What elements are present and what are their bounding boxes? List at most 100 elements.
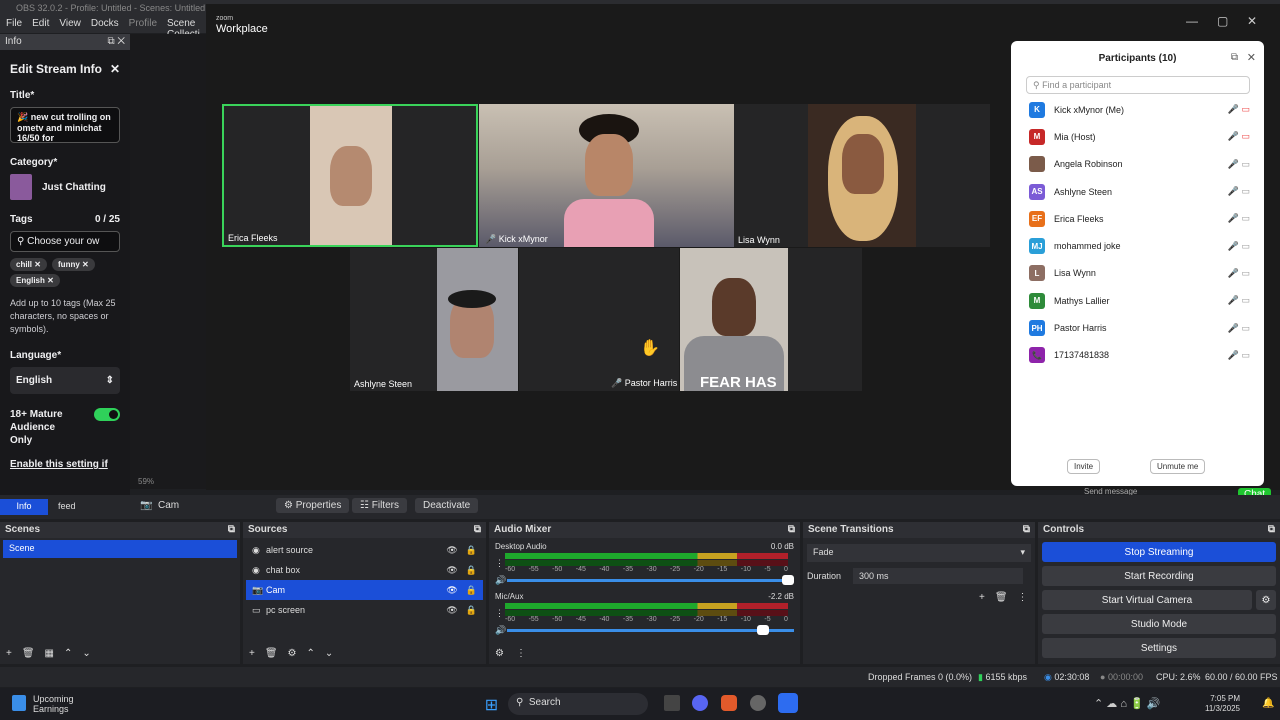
slider-handle[interactable] (782, 575, 794, 585)
obs-app-icon[interactable] (750, 695, 766, 711)
participant-row[interactable]: MJ mohammed joke 🎤 ▭ (1011, 232, 1264, 259)
trash-icon[interactable]: 🗑 (265, 648, 278, 659)
start-recording-button[interactable]: Start Recording (1042, 566, 1276, 586)
menu-view[interactable]: View (59, 18, 81, 31)
windows-start-icon[interactable]: ⊞ (483, 696, 500, 714)
participant-row[interactable]: AS Ashlyne Steen 🎤 ▭ (1011, 178, 1264, 205)
video-tile[interactable]: FEAR HAS (680, 248, 862, 391)
invite-button[interactable]: Invite (1067, 459, 1101, 474)
stocks-icon[interactable] (12, 695, 26, 711)
settings-button[interactable]: Settings (1042, 638, 1276, 658)
lock-icon[interactable]: 🔒 (466, 565, 477, 576)
video-tile[interactable]: Ashlyne Steen (350, 248, 518, 391)
video-tile[interactable]: 🎤 Kick xMynor (479, 104, 734, 247)
source-item[interactable]: 📷 Cam 👁 🔒 (246, 580, 483, 600)
volume-slider[interactable] (507, 575, 794, 585)
video-tile[interactable]: Erica Fleeks (222, 104, 478, 247)
clock[interactable]: 7:05 PM 11/3/2025 (1200, 694, 1240, 714)
participant-row[interactable]: L Lisa Wynn 🎤 ▭ (1011, 260, 1264, 287)
tag-chill[interactable]: chill ✕ (10, 258, 47, 271)
popout-icon[interactable]: ⧉ (1231, 52, 1238, 63)
title-field[interactable]: 🎉 new cut trolling on ometv and minichat… (10, 107, 120, 143)
speaker-icon[interactable]: 🔊 (495, 625, 507, 636)
trash-icon[interactable]: 🗑 (995, 592, 1008, 603)
undock-icon[interactable]: ⧉ (228, 524, 235, 536)
menu-file[interactable]: File (6, 18, 22, 31)
tag-funny[interactable]: funny ✕ (52, 258, 95, 271)
find-participant-input[interactable]: ⚲ Find a participant (1026, 76, 1250, 94)
participant-row[interactable]: 📞 17137481838 🎤 ▭ (1011, 342, 1264, 369)
down-icon[interactable]: ⌄ (325, 648, 333, 659)
enable-setting-link[interactable]: Enable this setting if (10, 459, 120, 470)
lock-icon[interactable]: 🔒 (466, 585, 477, 596)
visibility-eye-icon[interactable]: 👁 (446, 605, 457, 616)
mixer-settings-icon[interactable]: ⚙ (495, 648, 504, 659)
float-icon[interactable]: ⧉ (107, 36, 114, 47)
gear-icon[interactable]: ⚙ (288, 648, 297, 659)
menu-docks[interactable]: Docks (91, 18, 119, 31)
start-virtual-camera-button[interactable]: Start Virtual Camera (1042, 590, 1252, 610)
participant-row[interactable]: K Kick xMynor (Me) 🎤 ▭ (1011, 96, 1264, 123)
discord-icon[interactable] (692, 695, 708, 711)
more-icon[interactable]: ⋮ (495, 608, 505, 619)
system-tray-icons[interactable]: ⌃ ☁ ⌂ 🔋 🔊 (1094, 697, 1160, 710)
duration-field[interactable]: 300 ms (853, 568, 1024, 584)
video-tile[interactable]: Lisa Wynn (734, 104, 990, 247)
video-tile[interactable]: ✋ 🎤 Pastor Harris (519, 248, 679, 391)
participant-row[interactable]: PH Pastor Harris 🎤 ▭ (1011, 314, 1264, 341)
tab-feed[interactable]: feed (58, 501, 76, 511)
participant-row[interactable]: EF Erica Fleeks 🎤 ▭ (1011, 205, 1264, 232)
undock-icon[interactable]: ⧉ (1268, 524, 1275, 536)
close-panel-icon[interactable]: ✕ (1247, 51, 1256, 64)
close-window-icon[interactable]: ✕ (1247, 14, 1257, 28)
add-icon[interactable]: + (6, 648, 12, 659)
stop-streaming-button[interactable]: Stop Streaming (1042, 542, 1276, 562)
more-icon[interactable]: ⋮ (1018, 592, 1028, 603)
category-field[interactable]: Just Chatting (10, 174, 120, 200)
speaker-icon[interactable]: 🔊 (495, 575, 507, 586)
studio-mode-button[interactable]: Studio Mode (1042, 614, 1276, 634)
add-icon[interactable]: + (979, 592, 985, 603)
mature-toggle[interactable] (94, 408, 120, 421)
deactivate-button[interactable]: Deactivate (415, 498, 479, 513)
trash-icon[interactable]: 🗑 (22, 648, 35, 659)
notification-icon[interactable]: 🔔 (1262, 698, 1274, 709)
source-item[interactable]: ▭ pc screen 👁 🔒 (246, 600, 483, 620)
brave-icon[interactable] (721, 695, 737, 711)
properties-button[interactable]: ⚙ Properties (276, 498, 350, 513)
tag-english[interactable]: English ✕ (10, 274, 60, 287)
news-widget[interactable]: Upcoming Earnings (33, 694, 74, 714)
minimize-icon[interactable]: — (1186, 14, 1198, 28)
close-icon[interactable]: ✕ (117, 36, 125, 47)
undock-icon[interactable]: ⧉ (1023, 524, 1030, 536)
up-icon[interactable]: ⌃ (307, 648, 315, 659)
task-view-icon[interactable] (664, 695, 680, 711)
undock-icon[interactable]: ⧉ (474, 524, 481, 536)
down-icon[interactable]: ⌄ (82, 648, 90, 659)
close-icon[interactable]: ✕ (110, 62, 120, 76)
visibility-eye-icon[interactable]: 👁 (446, 545, 457, 556)
tab-info[interactable]: Info (0, 499, 48, 515)
gear-icon[interactable]: ⚙ (1256, 590, 1276, 610)
filter-icon[interactable]: ▦ (45, 648, 54, 659)
lock-icon[interactable]: 🔒 (466, 605, 477, 616)
transition-select[interactable]: Fade ▾ (807, 544, 1031, 562)
source-item[interactable]: ◉ chat box 👁 🔒 (246, 560, 483, 580)
participant-row[interactable]: M Mia (Host) 🎤 ▭ (1011, 123, 1264, 150)
participant-row[interactable]: Angela Robinson 🎤 ▭ (1011, 151, 1264, 178)
slider-handle[interactable] (757, 625, 769, 635)
language-select[interactable]: English ⇕ (10, 367, 120, 394)
visibility-eye-icon[interactable]: 👁 (446, 585, 457, 596)
undock-icon[interactable]: ⧉ (788, 524, 795, 536)
participant-row[interactable]: M Mathys Lallier 🎤 ▭ (1011, 287, 1264, 314)
add-icon[interactable]: + (249, 648, 255, 659)
source-item[interactable]: ◉ alert source 👁 🔒 (246, 540, 483, 560)
scene-item[interactable]: Scene (3, 540, 237, 558)
lock-icon[interactable]: 🔒 (466, 545, 477, 556)
more-icon[interactable]: ⋮ (495, 558, 505, 569)
menu-scene-collection[interactable]: Scene Collecti (167, 18, 204, 40)
taskbar-search[interactable]: ⚲ Search (508, 693, 648, 715)
more-icon[interactable]: ⋮ (516, 648, 526, 659)
menu-edit[interactable]: Edit (32, 18, 49, 31)
maximize-icon[interactable]: ▢ (1217, 14, 1228, 28)
